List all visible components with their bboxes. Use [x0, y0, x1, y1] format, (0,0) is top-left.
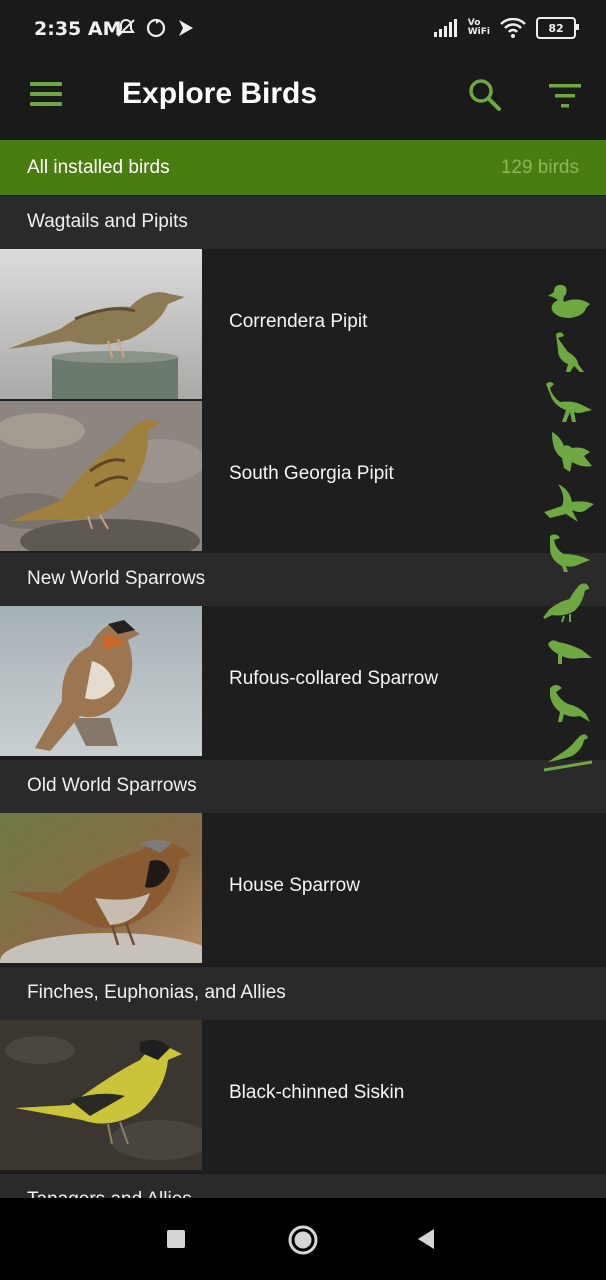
section-header: Wagtails and Pipits [0, 196, 606, 249]
recent-apps-icon[interactable] [166, 1229, 186, 1249]
songbird-icon[interactable] [540, 530, 596, 574]
bird-photo [0, 813, 202, 963]
bird-name: Black-chinned Siskin [229, 1082, 405, 1103]
section-title: Wagtails and Pipits [27, 211, 188, 232]
home-icon[interactable] [287, 1224, 319, 1256]
finch-icon[interactable] [540, 680, 596, 724]
perched-bird-icon[interactable] [540, 580, 596, 624]
app-bar: Explore Birds [0, 60, 606, 140]
silhouette-filter-rail [540, 282, 600, 782]
bird-row[interactable]: South Georgia Pipit [0, 401, 606, 553]
raptor-flying-icon[interactable] [540, 430, 596, 474]
small-bird-icon[interactable] [540, 630, 596, 674]
section-title: Old World Sparrows [27, 775, 197, 796]
sync-icon [146, 18, 166, 38]
filter-icon[interactable] [548, 82, 582, 110]
heron-standing-icon[interactable] [540, 330, 596, 374]
navigation-bar [0, 1198, 606, 1280]
bird-row[interactable]: Rufous-collared Sparrow [0, 606, 606, 758]
bird-photo [0, 249, 202, 399]
bird-photo [0, 1020, 202, 1170]
bird-photo [0, 606, 202, 756]
section-title: Finches, Euphonias, and Allies [27, 982, 286, 1003]
app-notification-icon [179, 20, 193, 36]
bird-name: Correndera Pipit [229, 311, 368, 332]
menu-button[interactable] [30, 82, 64, 108]
vowifi-indicator: Vo WiFi [467, 18, 490, 37]
page-title: Explore Birds [122, 77, 318, 110]
bird-row[interactable]: Black-chinned Siskin [0, 1020, 606, 1172]
section-header: Old World Sparrows [0, 760, 606, 813]
bird-name: South Georgia Pipit [229, 463, 394, 484]
battery-icon: 82 [536, 17, 579, 39]
bird-on-branch-icon[interactable] [540, 730, 596, 774]
section-header: Finches, Euphonias, and Allies [0, 967, 606, 1020]
status-bar: 2:35 AM Vo WiFi 82 [0, 0, 606, 60]
wifi-icon [500, 18, 526, 38]
bird-row[interactable]: House Sparrow [0, 813, 606, 965]
heron-walking-icon[interactable] [540, 380, 596, 424]
bird-photo [0, 401, 202, 551]
section-title: New World Sparrows [27, 568, 206, 589]
status-time: 2:35 AM [34, 18, 122, 40]
section-header: New World Sparrows [0, 553, 606, 606]
filter-banner[interactable]: All installed birds 129 birds [0, 140, 606, 195]
bird-name: House Sparrow [229, 875, 360, 896]
bird-row[interactable]: Correndera Pipit [0, 249, 606, 401]
swallow-flying-icon[interactable] [540, 480, 596, 524]
bird-name: Rufous-collared Sparrow [229, 668, 439, 689]
bird-count: 129 birds [500, 157, 579, 178]
notifications-off-icon [117, 18, 135, 37]
back-icon[interactable] [414, 1227, 436, 1251]
search-icon[interactable] [468, 78, 502, 112]
signal-icon [433, 19, 457, 37]
filter-label: All installed birds [27, 157, 170, 178]
duck-silhouette-icon[interactable] [540, 282, 596, 326]
